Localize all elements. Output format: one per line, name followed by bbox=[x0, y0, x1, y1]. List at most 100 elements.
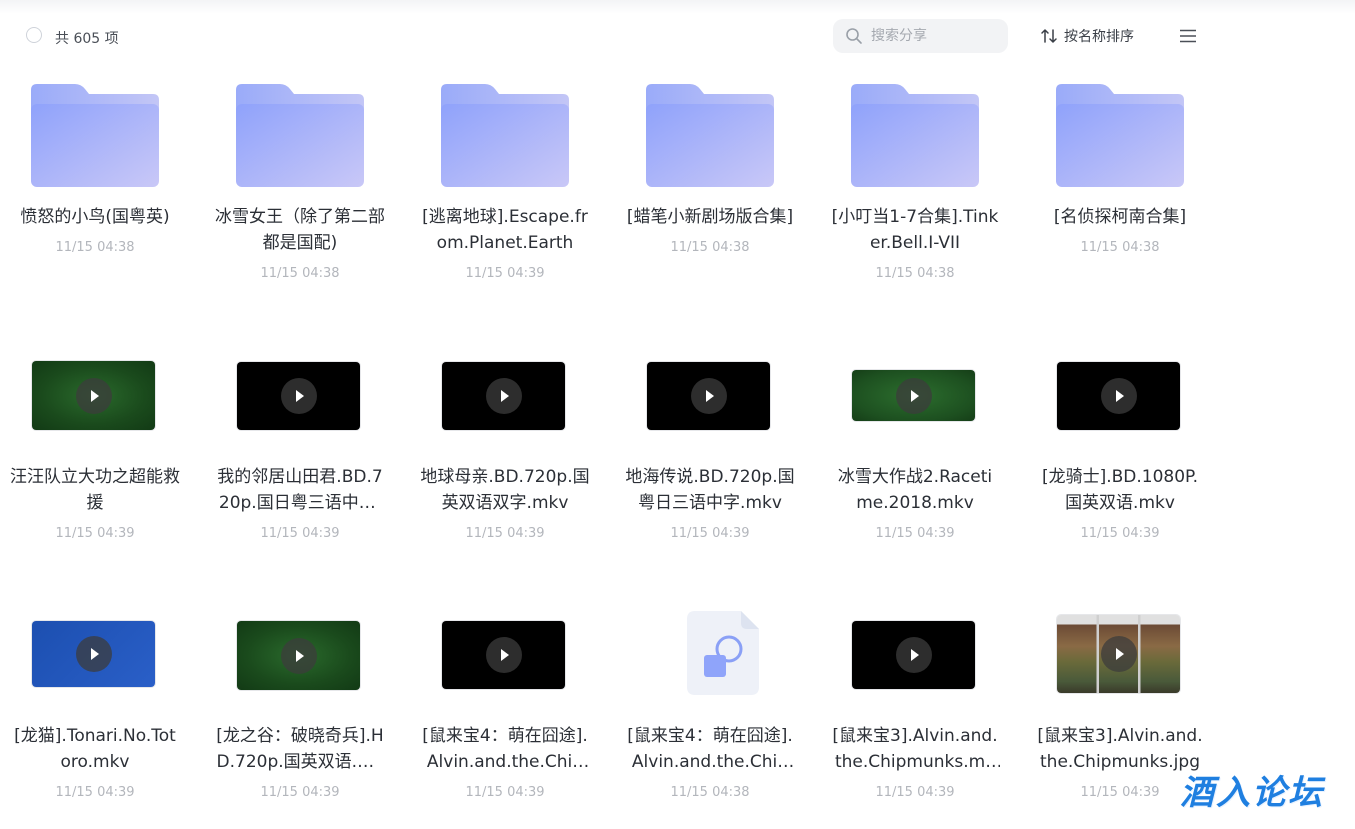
select-all-checkbox[interactable] bbox=[26, 27, 42, 43]
folder-item[interactable]: 愤怒的小鸟(国粤英) 11/15 04:38 bbox=[10, 80, 180, 300]
item-thumbnail bbox=[440, 80, 570, 190]
item-name: [名侦探柯南合集] bbox=[1053, 207, 1187, 227]
video-thumbnail bbox=[1057, 362, 1180, 430]
watermark-logo: 酒入论坛 bbox=[1180, 773, 1324, 813]
item-thumbnail bbox=[440, 599, 570, 709]
item-name: 我的邻居山田君.BD.720p.国日粤三语中字.mkv bbox=[217, 467, 383, 513]
item-name: [逃离地球].Escape.from.Planet.Earth bbox=[422, 207, 588, 253]
item-name: [鼠来宝4：萌在囧途].Alvin.and.the.Chipmunks.mkv bbox=[422, 726, 588, 772]
video-thumbnail bbox=[442, 362, 565, 430]
item-date: 11/15 04:39 bbox=[55, 785, 135, 800]
item-thumbnail bbox=[235, 599, 365, 709]
item-name: 愤怒的小鸟(国粤英) bbox=[20, 207, 170, 227]
item-date: 11/15 04:39 bbox=[1080, 526, 1160, 541]
folder-icon bbox=[236, 84, 364, 187]
play-icon bbox=[895, 377, 932, 414]
item-date: 11/15 04:39 bbox=[465, 266, 545, 281]
play-icon bbox=[485, 378, 522, 414]
play-icon bbox=[895, 637, 932, 673]
item-thumbnail bbox=[30, 599, 160, 709]
item-thumbnail bbox=[850, 80, 980, 190]
item-name: [鼠来宝3].Alvin.and.the.Chipmunks.mkv bbox=[832, 726, 998, 772]
item-thumbnail bbox=[235, 80, 365, 190]
item-name: [龙之谷：破晓奇兵].HD.720p.国英双语.mkv bbox=[216, 726, 384, 772]
item-name: [龙猫].Tonari.No.Totoro.mkv bbox=[14, 726, 176, 772]
video-item[interactable]: 地球母亲.BD.720p.国英双语双字.mkv 11/15 04:39 bbox=[420, 340, 590, 560]
item-thumbnail bbox=[440, 340, 570, 450]
item-date: 11/15 04:38 bbox=[1080, 240, 1160, 255]
item-thumbnail bbox=[1055, 599, 1185, 709]
play-icon bbox=[485, 637, 522, 673]
item-date: 11/15 04:39 bbox=[465, 526, 545, 541]
item-thumbnail bbox=[645, 340, 775, 450]
item-date: 11/15 04:39 bbox=[670, 526, 750, 541]
video-item[interactable]: [龙之谷：破晓奇兵].HD.720p.国英双语.mkv 11/15 04:39 bbox=[215, 599, 385, 819]
item-thumbnail bbox=[1055, 80, 1185, 190]
item-date: 11/15 04:39 bbox=[875, 526, 955, 541]
play-icon bbox=[690, 378, 727, 414]
item-thumbnail bbox=[30, 80, 160, 190]
video-thumbnail bbox=[1057, 615, 1180, 693]
video-item[interactable]: 冰雪大作战2.Racetime.2018.mkv 11/15 04:39 bbox=[830, 340, 1000, 560]
video-item[interactable]: [鼠来宝3].Alvin.and.the.Chipmunks.mkv 11/15 … bbox=[830, 599, 1000, 819]
item-thumbnail bbox=[645, 80, 775, 190]
video-item[interactable]: 地海传说.BD.720p.国粤日三语中字.mkv 11/15 04:39 bbox=[625, 340, 795, 560]
document-file-icon bbox=[687, 611, 759, 695]
video-thumbnail bbox=[237, 621, 360, 690]
item-name: 冰雪大作战2.Racetime.2018.mkv bbox=[837, 467, 993, 513]
video-thumbnail bbox=[647, 362, 770, 430]
folder-icon bbox=[851, 84, 979, 187]
item-name: [小叮当1-7合集].Tinker.Bell.I-VII bbox=[831, 207, 999, 253]
item-date: 11/15 04:39 bbox=[260, 785, 340, 800]
folder-item[interactable]: 冰雪女王（除了第二部都是国配) 11/15 04:38 bbox=[215, 80, 385, 300]
video-thumbnail bbox=[32, 361, 155, 430]
video-item[interactable]: 我的邻居山田君.BD.720p.国日粤三语中字.mkv 11/15 04:39 bbox=[215, 340, 385, 560]
search-box[interactable] bbox=[833, 19, 1008, 53]
folder-item[interactable]: [蜡笔小新剧场版合集] 11/15 04:38 bbox=[625, 80, 795, 300]
item-thumbnail bbox=[645, 599, 775, 709]
item-name: 汪汪队立大功之超能救援 bbox=[10, 467, 180, 513]
play-icon bbox=[1100, 378, 1137, 414]
folder-icon bbox=[1056, 84, 1184, 187]
video-item[interactable]: 汪汪队立大功之超能救援 11/15 04:39 bbox=[10, 340, 180, 560]
item-name: 地海传说.BD.720p.国粤日三语中字.mkv bbox=[625, 467, 795, 513]
item-date: 11/15 04:39 bbox=[875, 785, 955, 800]
item-name: 地球母亲.BD.720p.国英双语双字.mkv bbox=[420, 467, 590, 513]
item-thumbnail bbox=[30, 340, 160, 450]
item-name: 冰雪女王（除了第二部都是国配) bbox=[215, 207, 385, 253]
video-thumbnail bbox=[852, 370, 975, 421]
folder-item[interactable]: [名侦探柯南合集] 11/15 04:38 bbox=[1035, 80, 1205, 300]
play-icon bbox=[75, 377, 112, 414]
item-name: [鼠来宝4：萌在囧途].Alvin.and.the.Chipmunks.srt bbox=[627, 726, 793, 772]
search-input[interactable] bbox=[871, 26, 997, 46]
file-item[interactable]: [鼠来宝4：萌在囧途].Alvin.and.the.Chipmunks.srt 1… bbox=[625, 599, 795, 819]
item-thumbnail bbox=[850, 599, 980, 709]
item-date: 11/15 04:38 bbox=[670, 785, 750, 800]
play-icon bbox=[1100, 636, 1137, 672]
folder-item[interactable]: [小叮当1-7合集].Tinker.Bell.I-VII 11/15 04:38 bbox=[830, 80, 1000, 300]
item-date: 11/15 04:39 bbox=[55, 526, 135, 541]
play-icon bbox=[280, 637, 317, 674]
item-date: 11/15 04:39 bbox=[465, 785, 545, 800]
item-thumbnail bbox=[235, 340, 365, 450]
sort-button[interactable]: 按名称排序 bbox=[1040, 26, 1134, 46]
list-view-menu-icon[interactable] bbox=[1179, 27, 1197, 45]
video-thumbnail bbox=[32, 621, 155, 687]
folder-icon bbox=[441, 84, 569, 187]
item-date: 11/15 04:38 bbox=[875, 266, 955, 281]
item-date: 11/15 04:38 bbox=[670, 240, 750, 255]
sort-label: 按名称排序 bbox=[1064, 29, 1134, 45]
play-icon bbox=[280, 378, 317, 414]
folder-item[interactable]: [逃离地球].Escape.from.Planet.Earth 11/15 04:… bbox=[420, 80, 590, 300]
video-item[interactable]: [龙猫].Tonari.No.Totoro.mkv 11/15 04:39 bbox=[10, 599, 180, 819]
item-date: 11/15 04:39 bbox=[260, 526, 340, 541]
folder-icon bbox=[646, 84, 774, 187]
item-name: [蜡笔小新剧场版合集] bbox=[626, 207, 794, 227]
item-date: 11/15 04:38 bbox=[55, 240, 135, 255]
top-shadow bbox=[0, 0, 1355, 14]
item-thumbnail bbox=[1055, 340, 1185, 450]
item-count: 共 605 项 bbox=[55, 31, 119, 47]
video-item[interactable]: [鼠来宝4：萌在囧途].Alvin.and.the.Chipmunks.mkv 1… bbox=[420, 599, 590, 819]
play-icon bbox=[75, 636, 112, 672]
video-item[interactable]: [龙骑士].BD.1080P.国英双语.mkv 11/15 04:39 bbox=[1035, 340, 1205, 560]
